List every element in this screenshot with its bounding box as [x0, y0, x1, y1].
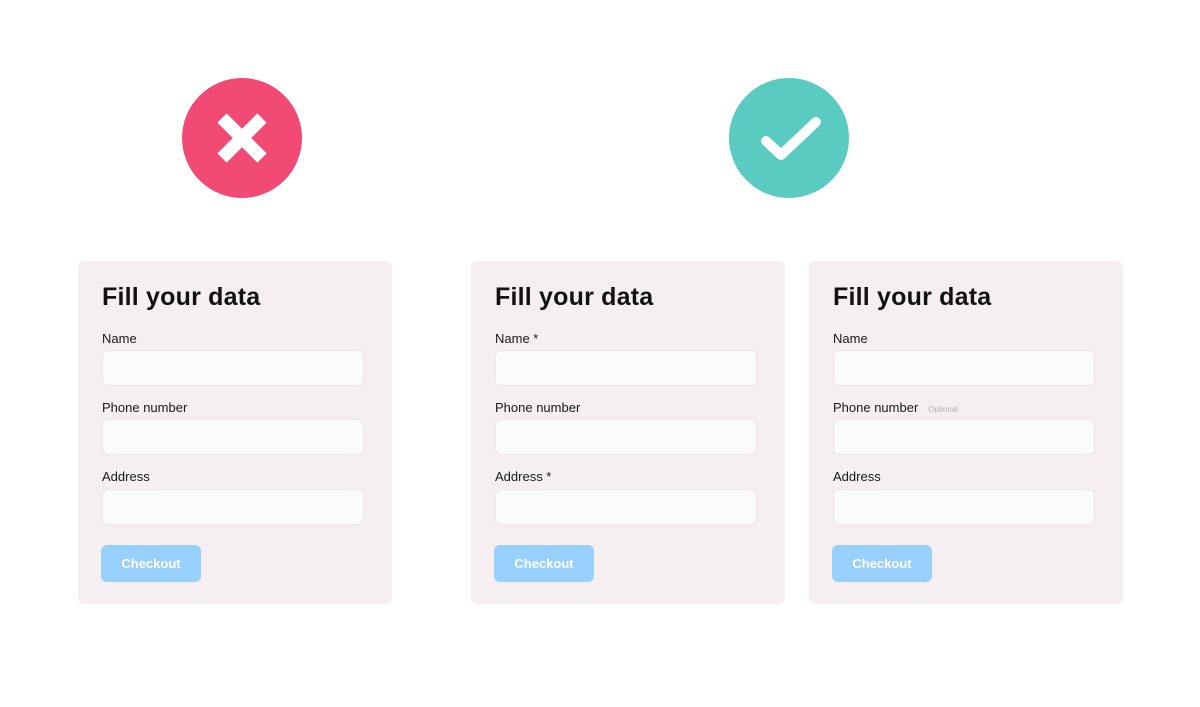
checkout-button[interactable]: Checkout	[494, 545, 594, 582]
form-card-optional-marked: Fill your data Name Phone number Optiona…	[809, 261, 1123, 604]
phone-input[interactable]	[495, 419, 757, 455]
check-icon	[729, 78, 849, 198]
address-input[interactable]	[495, 489, 757, 525]
address-input[interactable]	[833, 489, 1095, 525]
card-title: Fill your data	[102, 283, 261, 311]
phone-label: Phone number Optional	[833, 400, 959, 415]
optional-tag: Optional	[928, 405, 959, 414]
form-card-bad: Fill your data Name Phone number Address…	[78, 261, 392, 604]
name-input[interactable]	[102, 350, 364, 386]
phone-label: Phone number	[495, 400, 581, 415]
address-label: Address	[102, 469, 150, 484]
address-label: Address *	[495, 469, 552, 484]
card-title: Fill your data	[495, 283, 654, 311]
close-icon	[182, 78, 302, 198]
name-input[interactable]	[833, 350, 1095, 386]
name-label: Name	[102, 331, 137, 346]
name-label: Name	[833, 331, 868, 346]
name-label: Name *	[495, 331, 539, 346]
phone-input[interactable]	[833, 419, 1095, 455]
checkout-button[interactable]: Checkout	[832, 545, 932, 582]
address-label: Address	[833, 469, 881, 484]
bad-example-badge	[182, 78, 302, 198]
card-title: Fill your data	[833, 283, 992, 311]
name-input[interactable]	[495, 350, 757, 386]
checkout-button[interactable]: Checkout	[101, 545, 201, 582]
phone-input[interactable]	[102, 419, 364, 455]
good-example-badge	[729, 78, 849, 198]
address-input[interactable]	[102, 489, 364, 525]
form-card-required-marked: Fill your data Name * Phone number Addre…	[471, 261, 785, 604]
phone-label: Phone number	[102, 400, 188, 415]
